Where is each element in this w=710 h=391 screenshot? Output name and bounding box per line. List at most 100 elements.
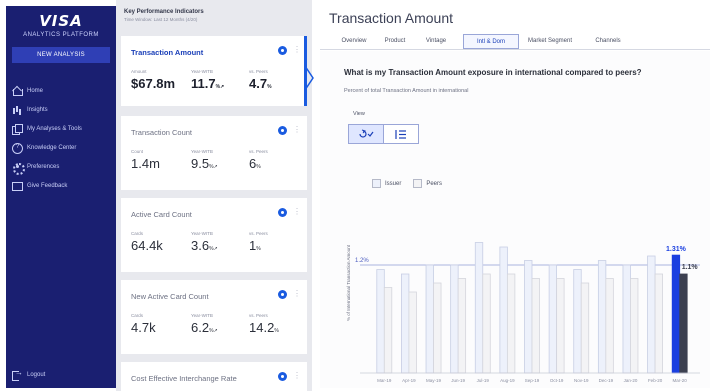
metric-number: 4.7: [249, 76, 268, 91]
more-vertical-icon[interactable]: ⋮: [293, 207, 301, 216]
bar-chart-icon: [12, 105, 22, 115]
sidebar-item-insights[interactable]: Insights: [6, 100, 116, 119]
visa-logo: VISA: [39, 12, 83, 30]
more-vertical-icon[interactable]: ⋮: [293, 45, 301, 54]
metric-suffix: %↗: [209, 164, 218, 170]
sidebar-item-label: Knowledge Center: [27, 144, 77, 151]
bar-peers: [506, 273, 516, 374]
metric-value: 11.7%↗: [191, 76, 224, 91]
metric-suffix: %: [267, 84, 272, 90]
kpi-card-new-active-card-count[interactable]: New Active Card Count ⋮ Cards 4.7k Year-W…: [121, 280, 307, 354]
sidebar-item-home[interactable]: Home: [6, 81, 116, 100]
legend-item-peers[interactable]: Peers: [413, 179, 442, 188]
tab-channels[interactable]: Channels: [588, 34, 628, 49]
metric-value: 9.5%↗: [191, 156, 218, 171]
bar-peers: [580, 282, 590, 374]
kpi-card-transaction-amount[interactable]: Transaction Amount ⋮ Amount $67.8m Year-W…: [121, 36, 307, 106]
x-tick-label: May-19: [426, 378, 442, 383]
tab-product[interactable]: Product: [380, 34, 410, 49]
sidebar-item-preferences[interactable]: Preferences: [6, 157, 116, 176]
active-card-pointer: [304, 65, 314, 91]
view-toggle: [348, 124, 419, 144]
bar-peers: [408, 291, 417, 374]
tab-market-segment[interactable]: Market Segment: [523, 34, 577, 49]
kpi-card-interchange-rate[interactable]: Cost Effective Interchange Rate ⋮: [121, 362, 307, 391]
logout-button[interactable]: Logout: [6, 365, 45, 384]
kpi-card-title: Cost Effective Interchange Rate: [131, 374, 237, 383]
bar-issuer: [401, 273, 410, 374]
bar-issuer: [597, 260, 607, 374]
metric-number: 14.2: [249, 320, 275, 335]
legend-label: Issuer: [385, 180, 402, 187]
metric-label: vs. Peers: [249, 69, 268, 74]
sidebar-item-feedback[interactable]: Give Feedback: [6, 176, 116, 195]
info-icon[interactable]: [278, 372, 287, 381]
bar-peers: [630, 278, 639, 374]
tab-intl-dom[interactable]: Intl & Dom: [463, 34, 519, 49]
bar-issuer: [548, 264, 558, 374]
bar-issuer: [425, 264, 434, 374]
sidebar: VISA ANALYTICS PLATFORM NEW ANALYSIS Hom…: [6, 6, 116, 388]
sidebar-item-label: Give Feedback: [27, 182, 68, 189]
view-label: View: [353, 111, 365, 117]
more-vertical-icon[interactable]: ⋮: [293, 125, 301, 134]
info-icon[interactable]: [278, 46, 287, 55]
metric-suffix: %↗: [209, 246, 218, 252]
x-tick-label: Mar-19: [377, 378, 392, 383]
legend-item-issuer[interactable]: Issuer: [372, 179, 401, 188]
metric-value: $67.8m: [131, 76, 175, 91]
kpi-card-active-card-count[interactable]: Active Card Count ⋮ Cards 64.4k Year-WITB…: [121, 198, 307, 272]
kpi-card-title: Transaction Amount: [131, 48, 204, 57]
more-vertical-icon[interactable]: ⋮: [293, 371, 301, 380]
bar-peers: [383, 287, 393, 374]
kpi-metric: Year-WITB 6.2%↗: [191, 313, 218, 335]
kpi-metric: Count 1.4m: [131, 149, 160, 171]
legend-label: Peers: [426, 180, 443, 187]
metric-suffix: %: [256, 246, 261, 252]
sidebar-item-knowledge-center[interactable]: Knowledge Center: [6, 138, 116, 157]
new-analysis-button[interactable]: NEW ANALYSIS: [12, 47, 110, 63]
metric-value: 1.4m: [131, 156, 160, 171]
kpi-metric: vs. Peers 4.7%: [249, 69, 272, 91]
metric-suffix: %: [256, 164, 261, 170]
kpi-card-title: New Active Card Count: [131, 292, 209, 301]
metric-label: Year-WITB: [191, 69, 213, 74]
info-icon[interactable]: [278, 290, 287, 299]
sidebar-item-label: Home: [27, 87, 44, 94]
metric-number: 4.7k: [131, 320, 156, 335]
chart-legend: Issuer Peers: [372, 179, 454, 188]
issuer-value-label: 1.31%: [666, 246, 687, 253]
metric-suffix: %: [274, 328, 279, 334]
chart-view-button[interactable]: [349, 125, 384, 143]
more-vertical-icon[interactable]: ⋮: [293, 289, 301, 298]
tab-vintage[interactable]: Vintage: [420, 34, 452, 49]
metric-number: 11.7: [191, 76, 216, 91]
metric-number: $67.8m: [131, 76, 176, 91]
list-view-button[interactable]: [384, 125, 419, 143]
info-icon[interactable]: [278, 126, 287, 135]
metric-value: 4.7k: [131, 320, 156, 335]
bar-peers: [556, 278, 565, 374]
metric-label: Count: [131, 149, 144, 154]
sidebar-item-my-analyses[interactable]: My Analyses & Tools: [6, 119, 116, 138]
info-icon[interactable]: [278, 208, 287, 217]
metric-value: 1%: [249, 238, 268, 253]
kpi-card-transaction-count[interactable]: Transaction Count ⋮ Count 1.4m Year-WITB 9…: [121, 116, 307, 190]
bar-issuer: [499, 246, 508, 374]
reference-line-label: 1.2%: [355, 258, 369, 264]
bar-peers: [679, 273, 688, 374]
x-tick-label: Dec-19: [599, 378, 614, 383]
bar-issuer: [622, 264, 631, 374]
bar-issuer: [524, 260, 533, 374]
bar-peers: [531, 278, 540, 374]
home-icon: [12, 86, 23, 96]
copy-icon: [12, 123, 23, 135]
analysis-content: What is my Transaction Amount exposure i…: [320, 51, 710, 388]
tab-overview[interactable]: Overview: [336, 34, 372, 49]
sidebar-item-label: Preferences: [27, 163, 60, 170]
kpi-panel: Key Performance Indicators Time Window: …: [116, 0, 312, 391]
kpi-metric: Cards 64.4k: [131, 231, 163, 253]
metric-number: 1.4m: [131, 156, 160, 171]
metric-value: 14.2%: [249, 320, 279, 335]
metric-number: 6.2: [191, 320, 210, 335]
